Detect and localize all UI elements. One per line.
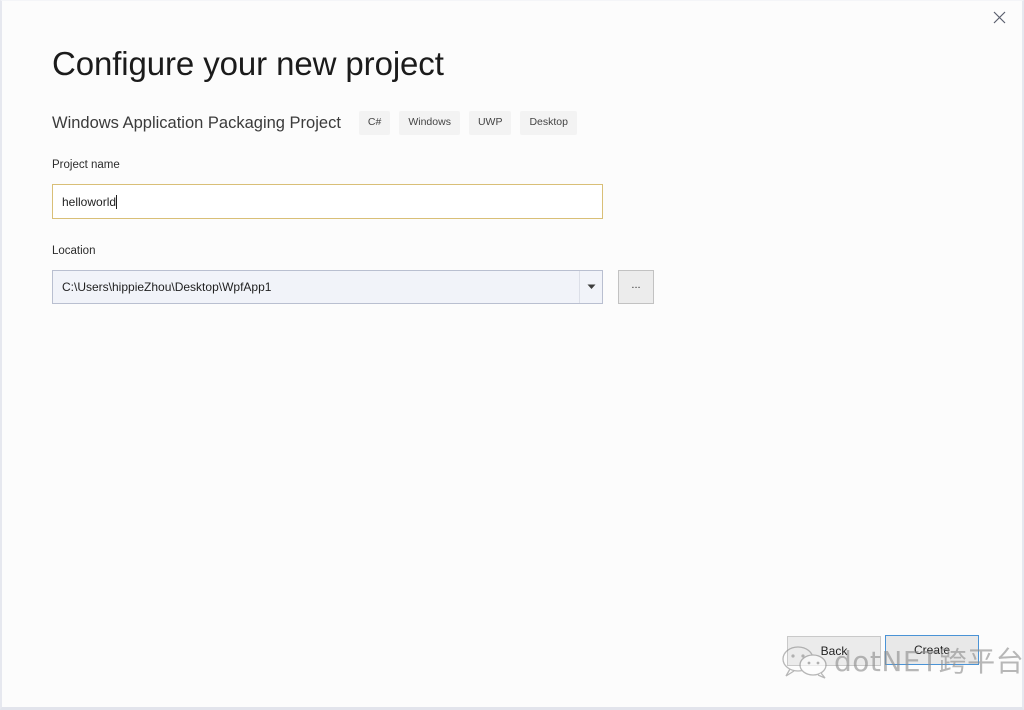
back-button[interactable]: Back — [787, 636, 881, 666]
project-template-summary: Windows Application Packaging Project C#… — [52, 111, 586, 135]
configure-project-dialog: Configure your new project Windows Appli… — [0, 0, 1024, 710]
location-value: C:\Users\hippieZhou\Desktop\WpfApp1 — [62, 280, 272, 294]
template-tag-platform: Windows — [399, 111, 460, 135]
dialog-titlebar — [2, 1, 1022, 37]
text-caret — [116, 194, 118, 209]
project-name-input[interactable]: helloworld — [52, 184, 603, 219]
location-combobox[interactable]: C:\Users\hippieZhou\Desktop\WpfApp1 — [52, 270, 603, 304]
browse-button[interactable]: ... — [618, 270, 654, 304]
close-icon[interactable] — [976, 1, 1022, 34]
page-title: Configure your new project — [52, 45, 444, 82]
chevron-down-glyph — [587, 284, 595, 289]
chevron-down-icon[interactable] — [579, 271, 602, 303]
create-button[interactable]: Create — [885, 635, 979, 665]
template-tag-desktop: Desktop — [520, 111, 577, 135]
project-name-label: Project name — [52, 159, 120, 171]
close-glyph — [993, 11, 1005, 24]
template-tag-language: C# — [358, 111, 391, 135]
project-name-value: helloworld — [62, 194, 117, 209]
template-tag-uwp: UWP — [468, 111, 512, 135]
template-tag-list: C# Windows UWP Desktop — [358, 111, 586, 135]
project-template-name: Windows Application Packaging Project — [52, 114, 341, 132]
location-label: Location — [52, 245, 96, 257]
